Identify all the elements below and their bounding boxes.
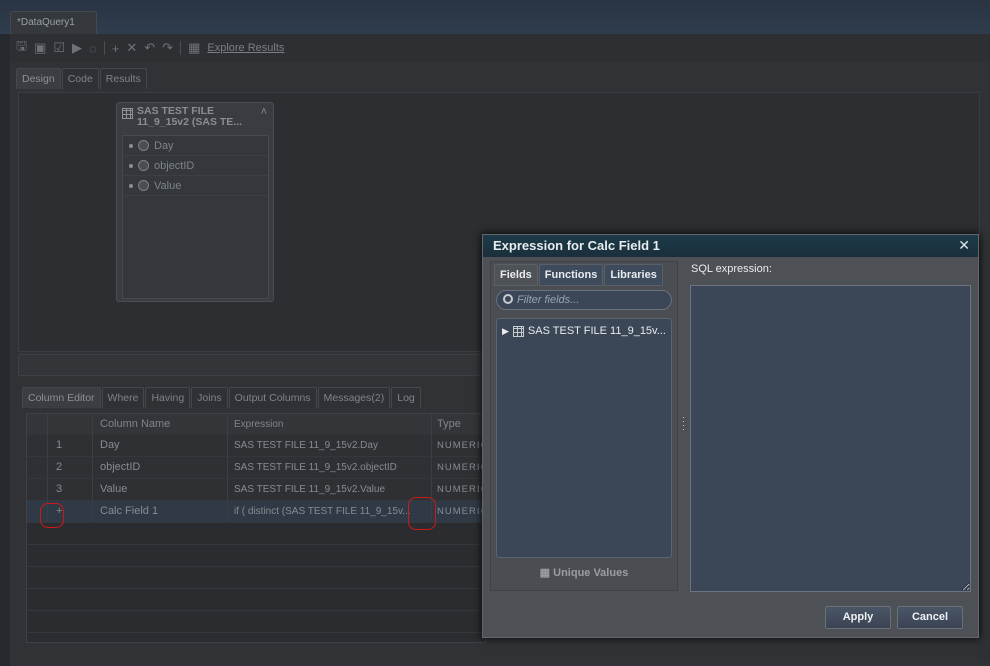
add-icon[interactable]: +	[112, 41, 120, 56]
row-number: 1	[48, 435, 93, 456]
bullet-icon	[129, 183, 133, 188]
expression-cell[interactable]: SAS TEST FILE 11_9_15v2.Value	[228, 479, 432, 500]
tab-output-columns[interactable]: Output Columns	[228, 387, 317, 408]
grid-header: Column Name Expression Type	[27, 414, 487, 436]
tab-design[interactable]: Design	[16, 68, 61, 89]
top-tab-bar	[0, 0, 990, 34]
dialog-title: Expression for Calc Field 1	[483, 235, 978, 257]
field-label: objectID	[154, 159, 195, 172]
field-item[interactable]: objectID	[123, 156, 268, 176]
sql-expression-input[interactable]	[690, 285, 971, 592]
tab-joins[interactable]: Joins	[191, 387, 228, 408]
header-expression[interactable]: Expression	[228, 414, 432, 435]
properties-icon[interactable]: ☑	[53, 40, 65, 56]
editor-tabs: Column Editor Where Having Joins Output …	[22, 387, 422, 408]
numeric-icon	[138, 180, 149, 191]
unique-values-icon: ▦	[539, 567, 554, 579]
numeric-icon	[138, 140, 149, 151]
type-cell[interactable]: NUMERIC	[432, 457, 487, 478]
expression-cell[interactable]: SAS TEST FILE 11_9_15v2.objectID	[228, 457, 432, 478]
tab-having[interactable]: Having	[145, 387, 191, 408]
fields-panel: Fields Functions Libraries Filter fields…	[490, 261, 678, 591]
cancel-button[interactable]: Cancel	[897, 606, 963, 629]
splitter-handle[interactable]: · · · ·	[682, 413, 685, 434]
tab-column-editor[interactable]: Column Editor	[22, 387, 101, 408]
sql-expression-label: SQL expression:	[691, 263, 772, 275]
unique-values-label: Unique Values	[553, 567, 629, 579]
expression-dialog: Expression for Calc Field 1 ✕ Fields Fun…	[482, 234, 979, 638]
table-icon	[512, 325, 524, 337]
save-as-icon[interactable]: ▣	[34, 40, 46, 56]
tab-where[interactable]: Where	[101, 387, 145, 408]
filter-fields-input[interactable]: Filter fields...	[496, 290, 672, 310]
separator	[180, 41, 182, 55]
table-row[interactable]: 1 Day SAS TEST FILE 11_9_15v2.Day NUMERIC	[27, 435, 487, 457]
tab-fields[interactable]: Fields	[494, 264, 538, 286]
search-icon	[503, 294, 513, 304]
row-number: 2	[48, 457, 93, 478]
filter-placeholder: Filter fields...	[517, 294, 580, 306]
numeric-icon	[138, 160, 149, 171]
field-item[interactable]: Day	[123, 136, 268, 156]
expand-arrow-icon[interactable]: ▶	[502, 326, 509, 337]
tree-item-table[interactable]: ▶ SAS TEST FILE 11_9_15v...	[502, 325, 666, 337]
tab-libraries[interactable]: Libraries	[604, 264, 663, 286]
field-label: Day	[154, 139, 174, 152]
apply-button[interactable]: Apply	[825, 606, 891, 629]
column-name-cell[interactable]: Calc Field 1	[93, 501, 228, 522]
field-list: Day objectID Value	[122, 135, 269, 299]
toolbar: 🖫 ▣ ☑ ▶ ◌ + ✕ ↶ ↷ ▦ Explore Results	[10, 34, 990, 62]
collapse-icon[interactable]: ˄	[261, 106, 267, 118]
column-name-cell[interactable]: Value	[93, 479, 228, 500]
annotation-circle	[40, 503, 64, 528]
header-type[interactable]: Type	[432, 414, 487, 435]
annotation-circle	[408, 497, 436, 530]
table-node[interactable]: SAS TEST FILE 11_9_15v2 (SAS TE... ˄ Day …	[116, 102, 274, 302]
fields-tree: ▶ SAS TEST FILE 11_9_15v...	[496, 318, 672, 558]
tab-code[interactable]: Code	[61, 68, 99, 89]
tab-messages[interactable]: Messages(2)	[317, 387, 391, 408]
table-icon	[122, 108, 133, 119]
separator	[103, 41, 105, 55]
close-icon[interactable]: ✕	[958, 237, 970, 254]
tab-results[interactable]: Results	[99, 68, 147, 89]
explore-icon: ▦	[188, 40, 201, 55]
document-tab[interactable]: *DataQuery1	[10, 11, 97, 34]
undo-icon[interactable]: ↶	[144, 40, 155, 56]
save-icon[interactable]: 🖫	[16, 37, 27, 59]
explore-results-link[interactable]: Explore Results	[207, 42, 284, 54]
run-icon[interactable]: ▶	[72, 40, 82, 56]
column-name-cell[interactable]: Day	[93, 435, 228, 456]
row-number: 3	[48, 479, 93, 500]
delete-icon[interactable]: ✕	[126, 40, 137, 56]
bullet-icon	[129, 163, 133, 168]
header-column-name[interactable]: Column Name	[93, 414, 228, 435]
tab-functions[interactable]: Functions	[538, 264, 604, 286]
design-tabs: Design Code Results	[16, 68, 148, 89]
type-cell[interactable]: NUMERIC	[432, 435, 487, 456]
field-item[interactable]: Value	[123, 176, 268, 196]
stop-icon[interactable]: ◌	[89, 41, 97, 56]
unique-values-button[interactable]: ▦ Unique Values	[491, 566, 677, 579]
table-row[interactable]: 2 objectID SAS TEST FILE 11_9_15v2.objectI…	[27, 457, 487, 479]
tab-log[interactable]: Log	[391, 387, 421, 408]
redo-icon[interactable]: ↷	[162, 40, 173, 56]
type-cell[interactable]: NUMERIC	[432, 479, 487, 500]
expression-cell[interactable]: if ( distinct (SAS TEST FILE 11_9_15v...	[228, 501, 432, 522]
expression-cell[interactable]: SAS TEST FILE 11_9_15v2.Day	[228, 435, 432, 456]
table-subtitle: 11_9_15v2 (SAS TE...	[137, 116, 243, 128]
type-cell[interactable]: NUMERIC	[432, 501, 487, 522]
column-name-cell[interactable]: objectID	[93, 457, 228, 478]
tree-item-label: SAS TEST FILE 11_9_15v...	[527, 325, 666, 337]
field-label: Value	[154, 179, 182, 192]
bullet-icon	[129, 143, 133, 148]
